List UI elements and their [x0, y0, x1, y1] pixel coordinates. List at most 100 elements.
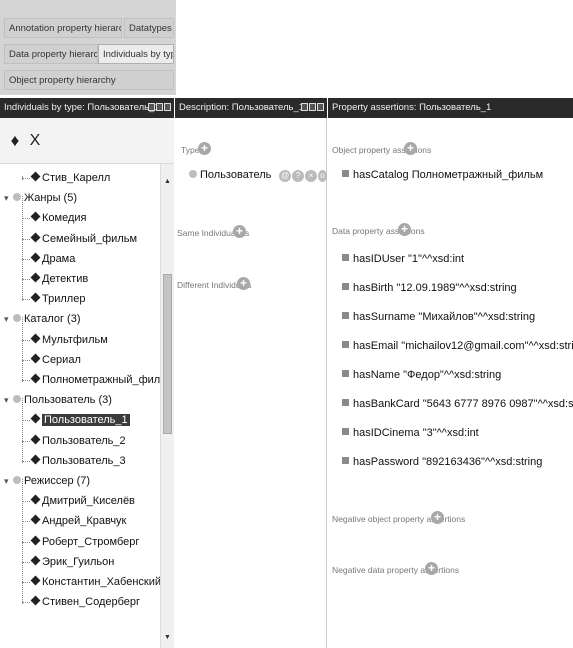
data-assertion-text: hasPassword "892163436"^^xsd:string	[353, 456, 543, 468]
add-negative-object-assertion-icon[interactable]: +	[431, 511, 444, 524]
tab-annotation-property-hierarchy[interactable]: Annotation property hierarchy	[4, 18, 122, 38]
tree-node-label: Эрик_Гуильон	[42, 555, 115, 568]
data-assertion-text: hasEmail "michailov12@gmail.com"^^xsd:st…	[353, 340, 573, 352]
data-assertion-text: hasSurname "Михайлов"^^xsd:string	[353, 311, 536, 323]
tree-scrollbar[interactable]: ▲ ▼	[160, 164, 174, 648]
tree-node-label: Жанры (5)	[24, 192, 77, 205]
diamond-icon	[30, 535, 41, 546]
scroll-down-arrow-icon[interactable]: ▼	[164, 634, 171, 641]
tab-datatypes[interactable]: Datatypes	[124, 18, 174, 38]
data-assertion-row[interactable]: hasName "Федор"^^xsd:string	[342, 365, 501, 385]
type-item[interactable]: Пользователь	[189, 165, 271, 185]
diamond-icon	[30, 272, 41, 283]
tree-class-node[interactable]: ▾ Жанры (5)	[4, 188, 77, 208]
add-different-individual-icon[interactable]: +	[237, 277, 250, 290]
tree-individual-node[interactable]: Семейный_фильм	[30, 229, 138, 249]
tree-connector	[22, 317, 23, 382]
diamond-icon	[30, 232, 41, 243]
tab-individuals-by-type[interactable]: Individuals by type	[98, 44, 174, 64]
tree-individual-node[interactable]: Сериал	[30, 350, 81, 370]
property-square-icon	[342, 399, 349, 406]
diamond-icon	[30, 171, 41, 182]
tree-node-label: Пользователь (3)	[24, 394, 112, 407]
tree-individual-node[interactable]: Дмитрий_Киселёв	[30, 491, 135, 511]
add-individual-icon[interactable]: ♦	[8, 132, 22, 150]
tree-individual-node[interactable]: Роберт_Стромберг	[30, 532, 139, 552]
tree-connector	[22, 541, 30, 543]
expand-toggle-icon[interactable]: ▾	[4, 188, 13, 208]
tree-class-node[interactable]: ▾ Каталог (3)	[4, 309, 81, 329]
diamond-icon	[30, 514, 41, 525]
tree-individual-node[interactable]: Андрей_Кравчук	[30, 511, 126, 531]
data-assertion-row[interactable]: hasIDCinema "3"^^xsd:int	[342, 423, 479, 443]
add-data-assertion-icon[interactable]: +	[398, 223, 411, 236]
description-panel-header: Description: Пользователь_1	[175, 98, 327, 118]
expand-toggle-icon[interactable]: ▾	[4, 390, 13, 410]
diamond-icon	[30, 494, 41, 505]
tab-object-property-hierarchy[interactable]: Object property hierarchy	[4, 70, 174, 90]
tree-individual-node[interactable]: Мультфильм	[30, 330, 108, 350]
add-object-assertion-icon[interactable]: +	[404, 142, 417, 155]
diamond-icon	[30, 333, 41, 344]
tree-individual-node[interactable]: Драма	[30, 249, 75, 269]
negative-data-assertions-label: Negative data property assertions	[332, 565, 460, 575]
view-controls-icon[interactable]	[148, 103, 171, 111]
tree-connector	[22, 380, 30, 381]
object-assertion-row[interactable]: hasCatalog Полнометражный_фильм	[342, 165, 543, 185]
tree-individual-node[interactable]: Пользователь_1	[30, 410, 130, 430]
annotate-icon[interactable]: @	[279, 170, 291, 182]
description-panel: Types + Пользователь @ ? × o Same Indivi…	[175, 118, 327, 648]
tree-connector	[22, 420, 30, 422]
tree-node-label: Полнометражный_фильм	[42, 374, 160, 386]
tree-individual-node[interactable]: Пользователь_3	[30, 451, 126, 471]
tab-data-property-hierarchy[interactable]: Data property hierarchy	[4, 44, 98, 64]
tree-individual-node[interactable]: Полнометражный_фильм	[30, 370, 160, 390]
tree-node-label: Семейный_фильм	[42, 232, 138, 245]
data-assertion-row[interactable]: hasBirth "12.09.1989"^^xsd:string	[342, 278, 517, 298]
tree-connector	[22, 501, 30, 503]
data-assertion-row[interactable]: hasPassword "892163436"^^xsd:string	[342, 452, 542, 472]
scroll-thumb[interactable]	[163, 274, 172, 434]
individuals-panel-title: Individuals by type: Пользователь_1	[4, 102, 160, 113]
data-assertion-row[interactable]: hasSurname "Михайлов"^^xsd:string	[342, 307, 535, 327]
tree-node-label: Пользователь_2	[42, 434, 126, 447]
tree-node-label: Константин_Хабенский	[42, 576, 160, 588]
property-assertions-panel-title: Property assertions: Пользователь_1	[332, 102, 492, 113]
scroll-up-arrow-icon[interactable]: ▲	[164, 178, 171, 185]
data-assertion-row[interactable]: hasEmail "michailov12@gmail.com"^^xsd:st…	[342, 336, 573, 356]
expand-toggle-icon[interactable]: ▾	[4, 471, 13, 491]
add-same-individual-icon[interactable]: +	[233, 225, 246, 238]
tree-connector	[22, 178, 30, 179]
tree-individual-node[interactable]: Константин_Хабенский	[30, 572, 160, 592]
tree-connector	[22, 561, 30, 563]
data-assertion-row[interactable]: hasIDUser "1"^^xsd:int	[342, 249, 464, 269]
individuals-tree: Стив_Карелл ▾ Жанры (5) Комедия Семейный_фил…	[0, 164, 160, 648]
tree-individual-node[interactable]: Комедия	[30, 208, 86, 228]
class-circle-icon	[13, 193, 21, 202]
tree-individual-node[interactable]: Детектив	[30, 269, 89, 289]
add-type-icon[interactable]: +	[198, 142, 211, 155]
tree-node-label: Детектив	[42, 273, 89, 285]
property-square-icon	[342, 370, 349, 377]
delete-individual-icon[interactable]: X	[28, 132, 42, 150]
edit-icon[interactable]: o	[318, 170, 327, 182]
diamond-icon	[30, 454, 41, 465]
expand-toggle-icon[interactable]: ▾	[4, 309, 13, 329]
tree-individual-node[interactable]: Стивен_Содерберг	[30, 592, 140, 612]
tree-individual-node[interactable]: Пользователь_2	[30, 431, 126, 451]
tree-individual-node[interactable]: Стив_Карелл	[30, 168, 111, 188]
remove-icon[interactable]: ×	[305, 170, 317, 182]
individuals-panel: ♦ X Стив_Карелл ▾ Жанры (5) Комедия Семейный…	[0, 118, 174, 648]
view-controls-icon[interactable]	[301, 103, 324, 111]
tree-individual-node[interactable]: Эрик_Гуильон	[30, 552, 115, 572]
explain-icon[interactable]: ?	[292, 170, 304, 182]
tree-node-label: Стив_Карелл	[42, 172, 111, 184]
diamond-icon	[30, 353, 41, 364]
description-panel-title: Description: Пользователь_1	[179, 102, 305, 113]
tree-class-node[interactable]: ▾ Режиссер (7)	[4, 471, 90, 491]
property-square-icon	[342, 283, 349, 290]
add-negative-data-assertion-icon[interactable]: +	[425, 562, 438, 575]
data-assertion-row[interactable]: hasBankCard "5643 6777 8976 0987"^^xsd:s…	[342, 394, 573, 414]
tree-class-node[interactable]: ▾ Пользователь (3)	[4, 390, 112, 410]
tree-individual-node[interactable]: Триллер	[30, 289, 85, 309]
